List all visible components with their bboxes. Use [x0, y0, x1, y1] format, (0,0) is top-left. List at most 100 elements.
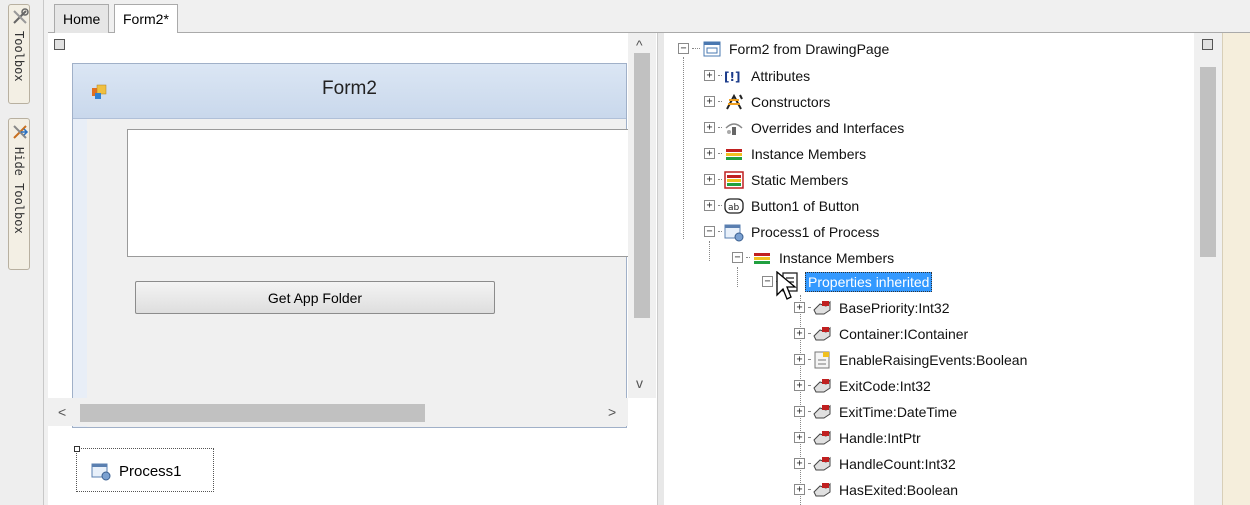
tree-vertical-thumb[interactable]: [1200, 67, 1216, 257]
expand-icon[interactable]: +: [794, 432, 805, 443]
tree-row-property[interactable]: + ExitCode:Int32: [794, 373, 933, 398]
expand-icon[interactable]: +: [794, 484, 805, 495]
tree-connector: [808, 333, 810, 334]
hide-toolbox-icon: [13, 125, 29, 139]
tree-item-label: Static Members: [751, 171, 849, 188]
collapse-icon[interactable]: −: [678, 43, 689, 54]
tree-corner-box[interactable]: [1202, 39, 1213, 50]
tree-connector: [718, 127, 722, 128]
tree-connector: [808, 307, 810, 308]
tree-row-constructors[interactable]: + Constructors: [704, 89, 832, 114]
tree-item-label: Handle:IntPtr: [839, 429, 921, 446]
toolbox-strip: Toolbox Hide Toolbox: [0, 0, 44, 505]
tree-row-process-instance-members[interactable]: − Instance Members: [732, 245, 896, 270]
toolbox-tab[interactable]: Toolbox: [8, 4, 30, 104]
tree-item-label-selected: Properties inherited: [805, 271, 933, 292]
constructors-icon: [726, 93, 743, 109]
tree-item-label: Button1 of Button: [751, 197, 860, 214]
right-dock-edge: [1222, 33, 1250, 505]
expand-icon[interactable]: +: [704, 174, 715, 185]
scroll-down-arrow[interactable]: v: [636, 375, 643, 391]
expand-icon[interactable]: +: [794, 380, 805, 391]
instance-members-icon: [754, 252, 770, 264]
tree-row-property[interactable]: + Handle:IntPtr: [794, 425, 923, 450]
attributes-icon: [!]: [724, 70, 740, 84]
scroll-left-arrow[interactable]: <: [58, 404, 66, 420]
tree-row-property[interactable]: + HandleCount:Int32: [794, 451, 958, 476]
tree-row-property[interactable]: + EnableRaisingEvents:Boolean: [794, 347, 1029, 372]
form-designer: Form2 Get App Folder ^ v < > Process1: [48, 33, 658, 505]
tree-item-label: Instance Members: [751, 145, 867, 162]
hide-toolbox-tab[interactable]: Hide Toolbox: [8, 118, 30, 270]
tree-row-property[interactable]: + BasePriority:Int32: [794, 295, 952, 320]
designer-horizontal-scrollbar[interactable]: < >: [48, 398, 628, 426]
tree-item-label: Container:IContainer: [839, 325, 969, 342]
tab-home[interactable]: Home: [54, 4, 110, 33]
tree-row-button1[interactable]: + ab Button1 of Button: [704, 193, 861, 218]
tree-row-static-members[interactable]: + Static Members: [704, 167, 850, 192]
expand-icon[interactable]: +: [794, 406, 805, 417]
button-ab-icon: ab: [724, 197, 744, 214]
expand-icon[interactable]: +: [704, 148, 715, 159]
designer-corner-box[interactable]: [54, 39, 65, 50]
tree-connector: [692, 48, 700, 49]
tree-item-label: BasePriority:Int32: [839, 299, 950, 316]
instance-members-icon: [726, 148, 742, 160]
expand-icon[interactable]: +: [704, 96, 715, 107]
tree-connector: [718, 179, 722, 180]
collapse-icon[interactable]: −: [762, 276, 773, 287]
property-hand-icon: [813, 456, 831, 470]
scroll-right-arrow[interactable]: >: [608, 404, 616, 420]
designer-vertical-thumb[interactable]: [634, 53, 650, 318]
tree-connector: [808, 359, 810, 360]
tree-row-process1[interactable]: − Process1 of Process: [704, 219, 881, 244]
property-hand-icon: [813, 482, 831, 496]
selection-handle[interactable]: [74, 446, 80, 452]
form-class-icon: [703, 41, 721, 56]
tree-item-label: Constructors: [751, 93, 831, 110]
form-window[interactable]: Form2 Get App Folder: [72, 63, 637, 428]
expand-icon[interactable]: +: [794, 302, 805, 313]
scroll-up-arrow[interactable]: ^: [636, 37, 643, 53]
expand-icon[interactable]: +: [704, 122, 715, 133]
property-hand-icon: [813, 300, 831, 314]
app-window: Toolbox Hide Toolbox Home Form2* Form2 G…: [0, 0, 1250, 505]
svg-text:ab: ab: [728, 203, 740, 213]
tree-row-property[interactable]: + HasExited:Boolean: [794, 477, 960, 502]
expand-icon[interactable]: +: [794, 458, 805, 469]
tree-root-label: Form2 from DrawingPage: [729, 40, 890, 57]
tree-vertical-scrollbar[interactable]: [1194, 33, 1222, 505]
textbox-output[interactable]: [127, 129, 637, 257]
tree-item-label: ExitTime:DateTime: [839, 403, 957, 420]
designer-vertical-scrollbar[interactable]: ^ v: [628, 33, 656, 398]
property-hand-icon: [813, 404, 831, 418]
tree-row-attributes[interactable]: + [!] Attributes: [704, 63, 812, 88]
overrides-icon: [725, 122, 743, 135]
expand-icon[interactable]: +: [704, 70, 715, 81]
expand-icon[interactable]: +: [704, 200, 715, 211]
tree-connector: [808, 385, 810, 386]
tab-form2[interactable]: Form2*: [114, 4, 178, 34]
tree-row-overrides[interactable]: + Overrides and Interfaces: [704, 115, 906, 140]
expand-icon[interactable]: +: [794, 328, 805, 339]
property-page-icon: [814, 351, 830, 368]
collapse-icon[interactable]: −: [732, 252, 743, 263]
expand-icon[interactable]: +: [794, 354, 805, 365]
tree-row-property[interactable]: + ExitTime:DateTime: [794, 399, 959, 424]
tree-row-instance-members[interactable]: + Instance Members: [704, 141, 868, 166]
tree-row-property[interactable]: + Container:IContainer: [794, 321, 970, 346]
tree-guide-line: [709, 241, 710, 261]
tree-item-label: HandleCount:Int32: [839, 455, 956, 472]
tree-item-label: ExitCode:Int32: [839, 377, 931, 394]
get-app-folder-button[interactable]: Get App Folder: [135, 281, 495, 314]
process1-label: Process1: [119, 463, 182, 480]
tree-row-root[interactable]: − Form2 from DrawingPage: [678, 36, 891, 61]
component-tray-process1[interactable]: Process1: [74, 446, 214, 492]
toolbox-label: Toolbox: [12, 31, 26, 82]
tree-connector: [718, 231, 722, 232]
designer-horizontal-thumb[interactable]: [80, 404, 425, 422]
svg-text:[!]: [!]: [724, 70, 740, 84]
collapse-icon[interactable]: −: [704, 226, 715, 237]
object-tree: − Form2 from DrawingPage + [!] Attribute…: [664, 33, 1194, 505]
process-component-icon: [91, 463, 111, 481]
